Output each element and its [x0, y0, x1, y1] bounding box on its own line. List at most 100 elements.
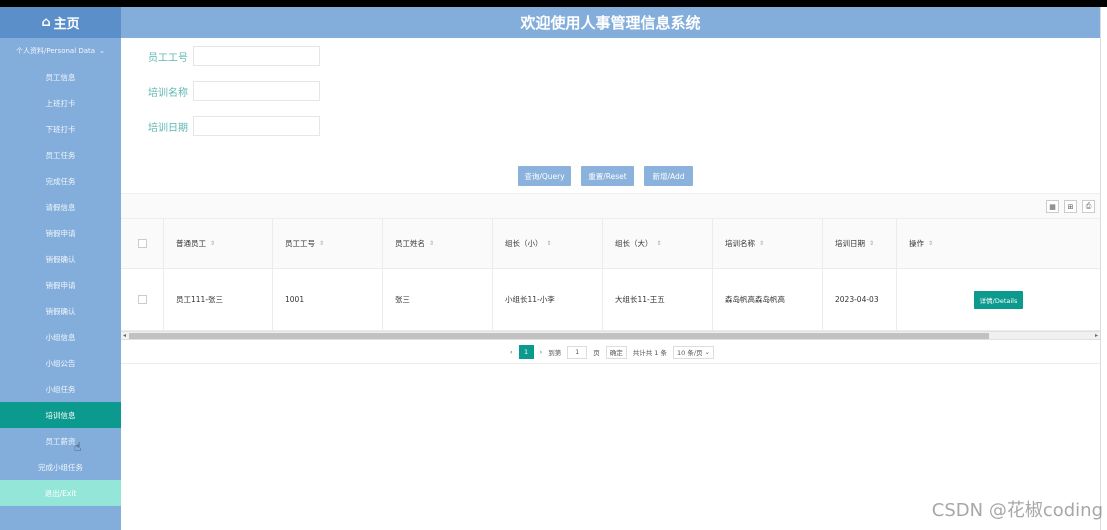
column-header-label: 组长（大）: [615, 239, 653, 248]
page-unit-label: 页: [593, 349, 600, 357]
chevron-down-icon: ⌄: [99, 47, 105, 55]
table-header-row: 普通员工 ⇕ 员工工号 ⇕ 员工姓名 ⇕ 组长（小） ⇕ 组长（大） ⇕ 培训名称 ⇕ 培训…: [121, 219, 1100, 269]
sort-icon: ⇕: [869, 240, 875, 247]
sidebar-exit-button[interactable]: 退出/Exit: [0, 480, 121, 506]
column-header-label: 普通员工: [176, 239, 206, 248]
sidebar-item-training-info[interactable]: 培训信息: [0, 402, 121, 428]
cell-employee-name: 张三: [383, 269, 493, 330]
column-header-training-name[interactable]: 培训名称 ⇕: [713, 219, 823, 268]
goto-confirm-button[interactable]: 确定: [605, 345, 627, 359]
cell-training-date: 2023-04-03: [823, 269, 897, 330]
home-link[interactable]: ⌂ 主页: [0, 7, 121, 38]
goto-page-input[interactable]: 1: [567, 345, 588, 359]
scroll-right-icon[interactable]: ▸: [1095, 332, 1098, 339]
sidebar-item-employee-tasks[interactable]: 员工任务: [0, 142, 121, 168]
column-header-label: 员工姓名: [395, 239, 425, 248]
sidebar-item-group-notice[interactable]: 小组公告: [0, 350, 121, 376]
row-checkbox[interactable]: [137, 295, 147, 304]
cell-actions: 详情/Details: [897, 269, 1100, 330]
column-header-label: 培训名称: [725, 239, 755, 248]
sidebar: ⌂ 主页 个人资料/Personal Data ⌄ 员工信息 上班打卡 下班打卡…: [0, 7, 121, 530]
sidebar-item-complete-tasks[interactable]: 完成任务: [0, 168, 121, 194]
page-size-value: 10 条/页: [677, 349, 703, 357]
row-select-cell: [121, 269, 164, 330]
cell-training-name: 森岛帆高森岛帆高: [713, 269, 823, 330]
training-date-row: 培训日期: [148, 116, 320, 136]
column-header-big-leader[interactable]: 组长（大） ⇕: [603, 219, 713, 268]
training-date-input[interactable]: [193, 116, 320, 136]
sidebar-item-clock-out[interactable]: 下班打卡: [0, 116, 121, 142]
training-name-label: 培训名称: [148, 87, 188, 99]
select-all-cell: [121, 219, 164, 268]
reset-button[interactable]: 重置/Reset: [581, 166, 634, 186]
column-header-label: 组长（小）: [505, 239, 543, 248]
sidebar-item-employee-salary[interactable]: 员工薪资: [0, 428, 121, 454]
training-table: 普通员工 ⇕ 员工工号 ⇕ 员工姓名 ⇕ 组长（小） ⇕ 组长（大） ⇕ 培训名称 ⇕ 培训…: [121, 219, 1100, 331]
goto-label: 到第: [548, 349, 562, 357]
current-page[interactable]: 1: [518, 345, 534, 359]
prev-page-icon[interactable]: ‹: [510, 348, 513, 356]
home-icon: ⌂: [41, 15, 51, 30]
home-label: 主页: [53, 17, 80, 32]
details-button[interactable]: 详情/Details: [973, 290, 1024, 309]
app-window: ⌂ 主页 个人资料/Personal Data ⌄ 员工信息 上班打卡 下班打卡…: [0, 0, 1107, 530]
add-button[interactable]: 新增/Add: [644, 166, 693, 186]
sidebar-item-clock-in[interactable]: 上班打卡: [0, 90, 121, 116]
training-date-label: 培训日期: [148, 122, 188, 134]
sidebar-item-group-info[interactable]: 小组信息: [0, 324, 121, 350]
sort-icon: ⇕: [319, 240, 325, 247]
column-header-label: 培训日期: [835, 239, 865, 248]
sidebar-item-leave-info[interactable]: 请假信息: [0, 194, 121, 220]
sort-icon: ⇕: [546, 240, 552, 247]
sort-icon: ⇕: [429, 240, 435, 247]
menu-group-personal-data[interactable]: 个人资料/Personal Data ⌄: [0, 38, 121, 64]
sidebar-item-leave-cancel-confirm-2[interactable]: 销假确认: [0, 298, 121, 324]
menu-group-label: 个人资料/Personal Data: [16, 47, 96, 55]
columns-icon[interactable]: ▦: [1046, 200, 1059, 213]
cell-employee-no: 1001: [273, 269, 383, 330]
pagination: ‹ 1 › 到第 1 页 确定 共计共 1 条 10 条/页 ⌄: [510, 345, 714, 359]
sidebar-item-leave-cancel-apply-2[interactable]: 销假申请: [0, 272, 121, 298]
hand-cursor-icon: ☝: [74, 440, 82, 454]
horizontal-scrollbar[interactable]: ◂ ▸: [121, 331, 1100, 340]
employee-no-label: 员工工号: [148, 52, 188, 64]
employee-no-row: 员工工号: [148, 46, 320, 66]
cell-employee: 员工111-张三: [164, 269, 273, 330]
print-icon[interactable]: ⎙: [1082, 200, 1095, 213]
column-header-small-leader[interactable]: 组长（小） ⇕: [493, 219, 603, 268]
export-icon[interactable]: ⊞: [1064, 200, 1077, 213]
cell-small-leader: 小组长11-小李: [493, 269, 603, 330]
sort-icon: ⇕: [656, 240, 662, 247]
column-header-employee-no[interactable]: 员工工号 ⇕: [273, 219, 383, 268]
page-title: 欢迎使用人事管理信息系统: [121, 7, 1100, 38]
scrollbar-thumb[interactable]: [129, 333, 989, 339]
watermark: CSDN @花椒coding: [931, 500, 1103, 521]
sort-icon: ⇕: [928, 240, 934, 247]
select-all-checkbox[interactable]: [137, 239, 147, 248]
query-button[interactable]: 查询/Query: [518, 166, 571, 186]
column-header-training-date[interactable]: 培训日期 ⇕: [823, 219, 897, 268]
training-name-row: 培训名称: [148, 81, 320, 101]
divider: [121, 363, 1100, 364]
sidebar-item-employee-info[interactable]: 员工信息: [0, 64, 121, 90]
column-header-actions[interactable]: 操作 ⇕: [897, 219, 1100, 268]
sort-icon: ⇕: [210, 240, 216, 247]
sidebar-item-leave-cancel-apply[interactable]: 销假申请: [0, 220, 121, 246]
sort-icon: ⇕: [759, 240, 765, 247]
sidebar-item-complete-group-tasks[interactable]: 完成小组任务: [0, 454, 121, 480]
total-count: 共计共 1 条: [632, 349, 667, 357]
next-page-icon[interactable]: ›: [540, 348, 543, 356]
sidebar-item-leave-cancel-confirm[interactable]: 销假确认: [0, 246, 121, 272]
sidebar-item-group-tasks[interactable]: 小组任务: [0, 376, 121, 402]
table-row: 员工111-张三 1001 张三 小组长11-小李 大组长11-王五 森岛帆高森…: [121, 269, 1100, 331]
training-name-input[interactable]: [193, 81, 320, 101]
column-header-employee-name[interactable]: 员工姓名 ⇕: [383, 219, 493, 268]
page-size-select[interactable]: 10 条/页 ⌄: [673, 345, 714, 359]
table-toolbar: ▦ ⊞ ⎙: [121, 193, 1100, 219]
chevron-down-icon: ⌄: [704, 348, 710, 356]
column-header-label: 员工工号: [285, 239, 315, 248]
column-header-employee[interactable]: 普通员工 ⇕: [164, 219, 273, 268]
employee-no-input[interactable]: [193, 46, 320, 66]
action-buttons: 查询/Query 重置/Reset 新增/Add: [518, 166, 693, 186]
scroll-left-icon[interactable]: ◂: [123, 332, 126, 339]
